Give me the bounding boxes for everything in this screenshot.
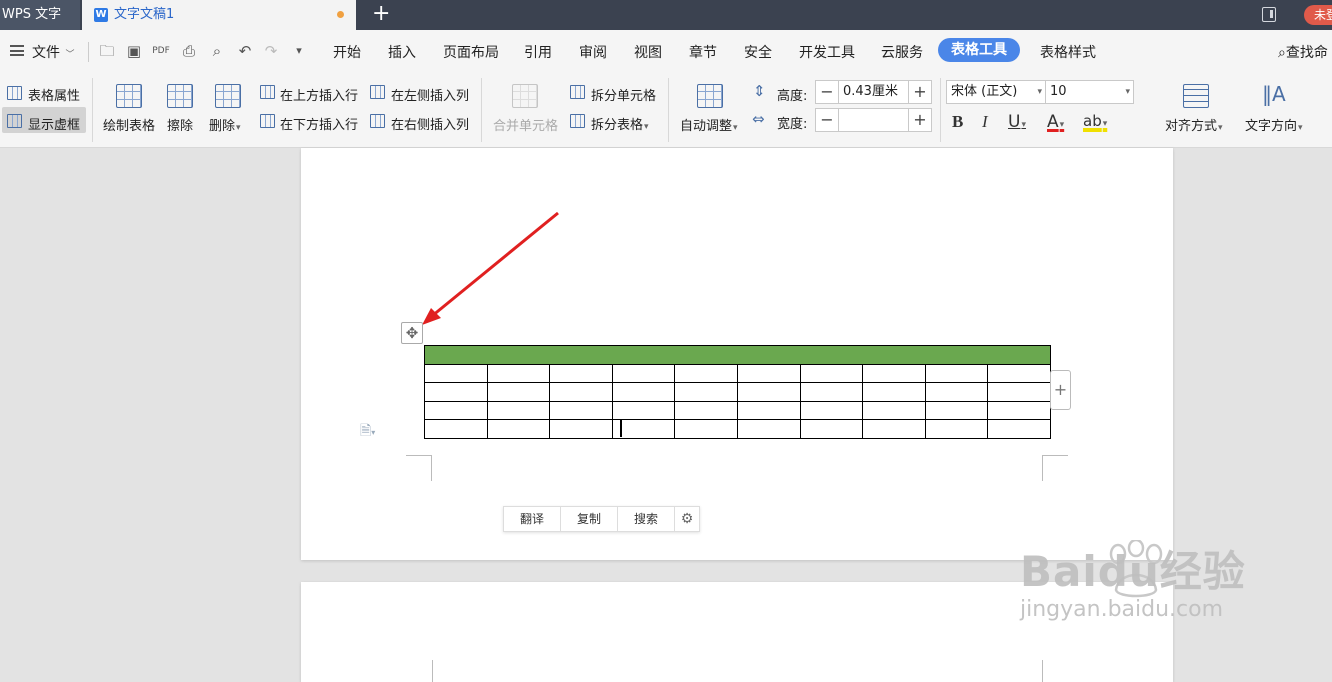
table-cell[interactable]: [611, 400, 676, 420]
table-row[interactable]: [424, 400, 1051, 420]
table-cell[interactable]: [924, 400, 989, 420]
table-cell[interactable]: [486, 382, 551, 402]
table-cell[interactable]: [611, 382, 676, 402]
table-cell[interactable]: [736, 382, 801, 402]
table-cell[interactable]: [549, 400, 613, 420]
table-cell[interactable]: [674, 400, 738, 420]
gear-icon[interactable]: ⚙: [675, 507, 699, 531]
table-cell[interactable]: [424, 382, 488, 402]
margin-corner: [432, 660, 433, 682]
table-cell[interactable]: [799, 382, 864, 402]
baidu-jingyan-watermark: Baidu经验 jingyan.baidu.com: [1020, 538, 1246, 622]
search-button[interactable]: 搜索: [618, 507, 675, 531]
add-column-button[interactable]: +: [1050, 370, 1071, 410]
table-cell[interactable]: [486, 400, 551, 420]
watermark-brand: Baidu经验: [1020, 547, 1246, 596]
table-cell[interactable]: [674, 363, 738, 383]
table-cell[interactable]: [611, 363, 676, 383]
table-cell[interactable]: [611, 419, 676, 439]
table-cell[interactable]: [987, 382, 1051, 402]
table-cell[interactable]: [987, 419, 1051, 439]
table-cell[interactable]: [862, 400, 926, 420]
table-cell[interactable]: [424, 419, 488, 439]
table-cell[interactable]: [799, 363, 864, 383]
table-header-row[interactable]: [424, 345, 1051, 365]
table-cell[interactable]: [674, 382, 738, 402]
table-cell[interactable]: [799, 419, 864, 439]
table-cell[interactable]: [862, 419, 926, 439]
watermark-url: jingyan.baidu.com: [1020, 597, 1224, 622]
table-cell[interactable]: [924, 363, 989, 383]
table-cell[interactable]: [924, 419, 989, 439]
table-cell[interactable]: [674, 419, 738, 439]
table-cell[interactable]: [549, 382, 613, 402]
table-cell[interactable]: [736, 419, 801, 439]
table-cell[interactable]: [736, 363, 801, 383]
table-cell[interactable]: [549, 419, 613, 439]
margin-corner: [1042, 660, 1043, 682]
table-cell[interactable]: [549, 363, 613, 383]
table-cell[interactable]: [799, 400, 864, 420]
table-cell[interactable]: [424, 345, 1051, 365]
table-cell[interactable]: [987, 400, 1051, 420]
table-cell[interactable]: [987, 363, 1051, 383]
translate-button[interactable]: 翻译: [504, 507, 561, 531]
table-cell[interactable]: [862, 363, 926, 383]
table-cell[interactable]: [424, 400, 488, 420]
table-cell[interactable]: [424, 363, 488, 383]
table-cell[interactable]: [736, 400, 801, 420]
selection-mini-toolbar: 翻译 复制 搜索 ⚙: [503, 506, 700, 532]
paragraph-options-icon[interactable]: 🗎▾: [360, 420, 375, 444]
table-row[interactable]: [424, 382, 1051, 402]
document-table[interactable]: [424, 345, 1051, 439]
table-cell[interactable]: [862, 382, 926, 402]
text-cursor: [620, 420, 622, 437]
table-cell[interactable]: [486, 419, 551, 439]
table-row[interactable]: [424, 419, 1051, 439]
table-cell[interactable]: [924, 382, 989, 402]
copy-button[interactable]: 复制: [561, 507, 618, 531]
table-cell[interactable]: [486, 363, 551, 383]
table-row[interactable]: [424, 363, 1051, 383]
table-move-handle-icon[interactable]: ✥: [401, 322, 423, 344]
